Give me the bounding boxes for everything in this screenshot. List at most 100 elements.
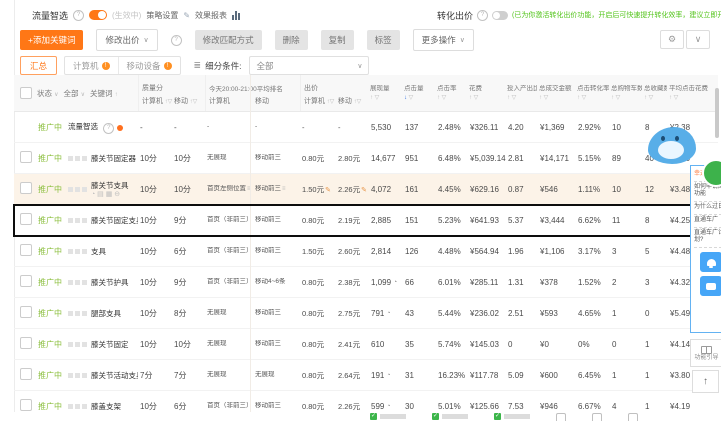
chart-legend-strip: ✓ ✓ ✓ xyxy=(370,413,721,421)
more-actions-dropdown[interactable]: 更多操作 ∨ xyxy=(412,29,474,51)
modify-bid-dropdown[interactable]: 修改出价 ∨ xyxy=(96,29,158,51)
impressions: 5,530 xyxy=(371,122,392,132)
column-header[interactable]: 投入产出比 ↑ ▽ xyxy=(506,75,538,111)
column-header[interactable]: 点击率 ↑ ▽ xyxy=(436,75,468,111)
column-header[interactable]: 点击转化率 ↑ ▽ xyxy=(576,75,610,111)
cost: ¥125.66 xyxy=(470,401,499,411)
gmv: ¥1,106 xyxy=(540,246,565,256)
table-row[interactable]: 推广中 膝关节固定 ? 10分 10分 无展现≡ 移动前三≡ 0.80元✎ 2.… xyxy=(14,329,718,360)
modify-match-button[interactable]: 修改匹配方式 xyxy=(194,30,262,50)
ctr: 5.01% xyxy=(438,401,461,411)
table-row[interactable]: 推广中 流量智选 ? - - -≡ -≡ -✎ -✎ 5,530 137 2.4… xyxy=(14,112,718,143)
clicks: 951 xyxy=(405,153,419,163)
roi: 5.09 xyxy=(508,370,524,380)
modify-bid-label: 修改出价 xyxy=(105,35,140,45)
cvr: 4.65% xyxy=(578,308,601,318)
row-checkbox[interactable] xyxy=(20,151,32,163)
feature-guide-button[interactable]: 功能引导 xyxy=(690,339,721,367)
tab-mobile[interactable]: 移动设备 ! xyxy=(117,57,180,74)
assistant-mascot[interactable] xyxy=(648,127,696,164)
row-checkbox[interactable] xyxy=(20,275,32,287)
column-header[interactable]: 总收藏数 ↑ ▽ xyxy=(643,75,668,111)
row-checkbox[interactable] xyxy=(20,182,32,194)
collapse-button[interactable]: ∨ xyxy=(686,30,710,49)
row-checkbox[interactable] xyxy=(20,337,32,349)
copy-button[interactable]: 复制 xyxy=(320,30,354,50)
conversion-bid-toggle[interactable] xyxy=(492,10,509,20)
help-faq-item[interactable]: 直通车广计划? xyxy=(694,228,721,248)
table-row[interactable]: 推广中 膝关节活动支具 ? 7分 7分 无展现≡ 无展现≡ 0.80元✎ 2.6… xyxy=(14,360,718,391)
quality-score-pc: 10分 xyxy=(140,308,157,318)
filter-list-icon: ≣ xyxy=(193,60,202,70)
table-row[interactable]: 推广中 腿部支具 ? 10分 8分 无展现≡ 移动前三≡ 0.80元✎ 2.75… xyxy=(14,298,718,329)
report-link[interactable]: 效果报表 xyxy=(195,10,227,21)
column-header[interactable]: 展现量 ↑ ▽ xyxy=(369,75,403,111)
legend-toolbar-icon[interactable] xyxy=(592,413,602,421)
tab-pc[interactable]: 计算机 ! xyxy=(65,57,118,74)
delete-button[interactable]: 删除 xyxy=(274,30,308,50)
row-checkbox[interactable] xyxy=(20,213,32,225)
back-to-top-button[interactable]: ↑ xyxy=(692,370,719,393)
keyword-hover-actions[interactable]: ◔ ▤ ▦ ⊖ xyxy=(91,191,129,199)
column-settings-button[interactable]: ⚙ xyxy=(660,30,684,49)
legend-item[interactable]: ✓ xyxy=(370,413,406,420)
cvr: 1.11% xyxy=(578,184,601,194)
rank-trend-icon[interactable]: ≡ xyxy=(282,186,286,192)
rank-pc: 首页（非前三） xyxy=(207,278,253,286)
table-row[interactable]: 推广中 膝关节支具 ? ◔ ▤ ▦ ⊖ 10分 10分 首页左侧位置≡ 移动前三… xyxy=(14,174,718,205)
legend-item[interactable]: ✓ xyxy=(432,413,468,420)
scope-filter[interactable]: 全部 ∨ xyxy=(64,88,86,99)
column-header[interactable]: 花费 ↑ ▽ xyxy=(468,75,506,111)
column-header[interactable]: 总购物车数 ↑ ▽ xyxy=(610,75,643,111)
tab-summary[interactable]: 汇总 xyxy=(20,56,58,75)
edit-pencil-icon[interactable]: ✎ xyxy=(325,187,331,194)
row-checkbox[interactable] xyxy=(20,399,32,411)
notification-button[interactable] xyxy=(700,252,721,272)
row-checkbox[interactable] xyxy=(20,244,32,256)
legend-toolbar-icon[interactable] xyxy=(628,413,638,421)
roi: 0.87 xyxy=(508,184,524,194)
feature-guide-label: 功能引导 xyxy=(694,354,719,361)
quality-score-group-header[interactable]: 质量分 计算机 ↑▽ 移动 ↑▽ xyxy=(138,75,205,111)
help-faq-item[interactable]: 为什么过日期 xyxy=(694,202,721,215)
row-checkbox[interactable] xyxy=(20,306,32,318)
carts: 1 xyxy=(612,308,617,318)
column-header[interactable]: 平均点击花费 ↑ ▽ xyxy=(668,75,718,111)
column-header[interactable]: 点击量 ↓ ▽ xyxy=(403,75,436,111)
segment-filter-select[interactable]: 全部 ∨ xyxy=(249,56,370,75)
status-filter[interactable]: 状态 ∨ xyxy=(37,88,59,99)
chat-button[interactable] xyxy=(700,276,721,296)
table-row[interactable]: 推广中 支具 ? 10分 6分 首页（非前三）≡ 移动前三≡ 1.50元✎ 2.… xyxy=(14,236,718,267)
table-row[interactable]: 推广中 膝关节固定支具 ? 10分 9分 首页（非前三）≡ 移动前三≡ 0.80… xyxy=(13,204,719,237)
help-faq-item[interactable]: 直通车广 xyxy=(694,215,721,228)
legend-item[interactable]: ✓ xyxy=(494,413,530,420)
status-badge: 推广中 xyxy=(38,184,62,194)
row-checkbox[interactable] xyxy=(20,368,32,380)
table-row[interactable]: 推广中 膝关节护具 ? 10分 9分 首页（非前三）≡ 移动4~6条≡ 0.80… xyxy=(14,267,718,298)
column-header[interactable]: 总成交金额 ↑ ▽ xyxy=(538,75,576,111)
info-icon: ? xyxy=(73,9,85,21)
quality-score-mobile: 7分 xyxy=(174,370,187,380)
keyword-column-header[interactable]: 关键词 ↑ xyxy=(90,88,118,99)
vertical-scrollbar[interactable] xyxy=(715,88,719,138)
bar-chart-icon[interactable] xyxy=(232,10,241,20)
select-all-checkbox[interactable] xyxy=(20,87,32,99)
pencil-icon[interactable]: ✎ xyxy=(183,11,190,20)
quality-score-pc: 10分 xyxy=(140,339,157,349)
quality-score-mobile: 9分 xyxy=(174,215,187,225)
edit-pencil-icon[interactable]: ✎ xyxy=(361,187,367,194)
roi: 5.37 xyxy=(508,215,524,225)
add-keyword-button[interactable]: +添加关键词 xyxy=(20,30,84,50)
traffic-smart-toggle[interactable] xyxy=(89,10,108,20)
tab-mobile-label: 移动设备 xyxy=(126,60,161,71)
bid-group-header[interactable]: 出价 计算机 ↑▽ 移动 ↑▽ xyxy=(300,75,369,111)
keyword-text: 膝盖支架 xyxy=(91,401,121,411)
gmv: ¥946 xyxy=(540,401,558,411)
table-row[interactable]: 推广中 膝关节固定器 ? 10分 10分 无展现≡ 移动前三≡ 0.80元✎ 2… xyxy=(14,143,718,174)
strategy-settings-link[interactable]: 策略设置 xyxy=(146,10,178,21)
rank-group-header[interactable]: 今天20:00-21:00平均排名 计算机 移动 xyxy=(205,75,300,111)
tag-button[interactable]: 标签 xyxy=(366,30,400,50)
legend-toolbar-icon[interactable] xyxy=(556,413,566,421)
tab-pc-label: 计算机 xyxy=(73,60,99,71)
bid-mobile: 2.41元 xyxy=(338,339,361,349)
